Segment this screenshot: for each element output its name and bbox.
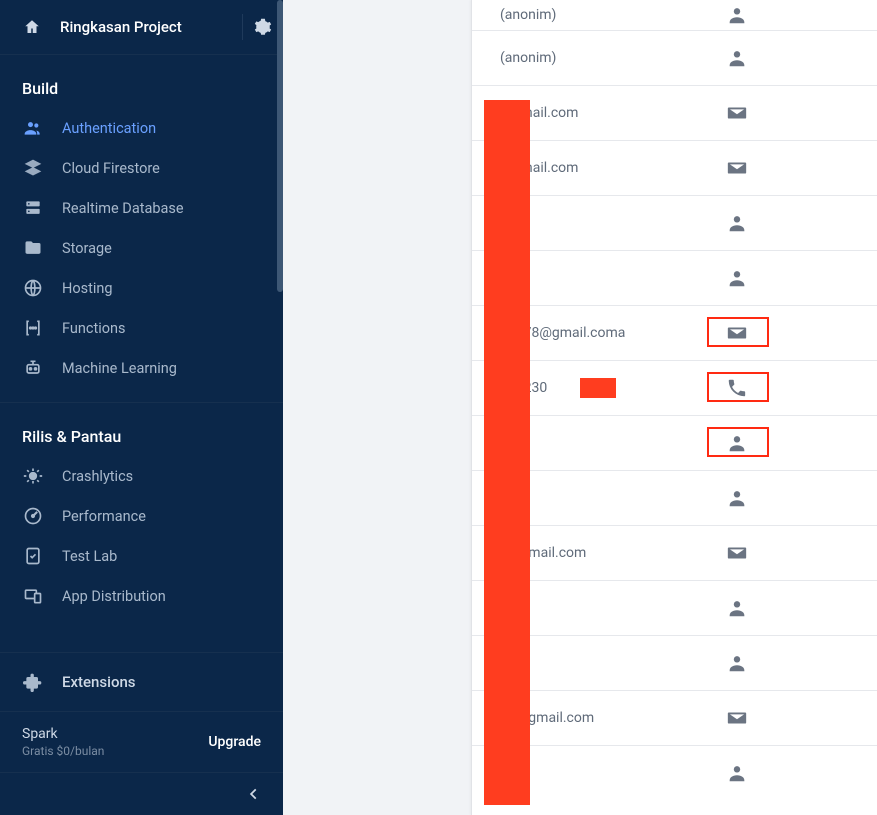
table-row[interactable]: nim) — [472, 745, 877, 800]
section-build-title: Build — [0, 55, 283, 108]
nav-item-label: App Distribution — [62, 588, 166, 605]
table-row[interactable]: 895230 — [472, 360, 877, 415]
people-icon — [22, 117, 44, 139]
nav-item-label: Realtime Database — [62, 200, 184, 217]
sidebar-item-performance[interactable]: Performance — [0, 496, 283, 536]
bug-icon — [22, 465, 44, 487]
mail-icon — [722, 98, 752, 128]
plan-name: Spark — [22, 726, 104, 742]
home-icon — [22, 18, 42, 36]
row-identifier: (anonim) — [500, 50, 556, 66]
table-row[interactable]: nim) — [472, 635, 877, 690]
table-row[interactable]: (anonim) — [472, 0, 877, 30]
table-row[interactable]: nim) — [472, 470, 877, 525]
redaction-box — [580, 378, 616, 398]
devices-icon — [22, 585, 44, 607]
table-row[interactable]: nim) — [472, 580, 877, 635]
upgrade-button[interactable]: Upgrade — [208, 734, 261, 750]
table-row[interactable]: @gmail.com — [472, 85, 877, 140]
section-release-title: Rilis & Pantau — [0, 403, 283, 456]
main-area: (anonim)(anonim)@gmail.com@gmail.comnim)… — [283, 0, 877, 815]
nav-item-label: Test Lab — [62, 548, 117, 565]
sidebar-item-machine-learning[interactable]: Machine Learning — [0, 348, 283, 388]
nav-item-label: Storage — [62, 240, 112, 257]
highlight-box — [707, 372, 769, 402]
nav-item-label: Authentication — [62, 120, 156, 137]
sidebar-item-cloud-firestore[interactable]: Cloud Firestore — [0, 148, 283, 188]
person-icon — [722, 648, 752, 678]
sidebar-item-app-distribution[interactable]: App Distribution — [0, 576, 283, 616]
sidebar-item-realtime-database[interactable]: Realtime Database — [0, 188, 283, 228]
sidebar-item-hosting[interactable]: Hosting — [0, 268, 283, 308]
puzzle-icon — [22, 671, 44, 693]
plan-row: Spark Gratis $0/bulan Upgrade — [0, 711, 283, 772]
person-icon — [722, 43, 752, 73]
person-icon — [722, 758, 752, 788]
collapse-sidebar-row[interactable] — [0, 772, 283, 815]
sidebar-item-test-lab[interactable]: Test Lab — [0, 536, 283, 576]
sidebar-item-storage[interactable]: Storage — [0, 228, 283, 268]
nav-item-label: Functions — [62, 320, 125, 337]
nav-item-label: Hosting — [62, 280, 113, 297]
table-row[interactable]: (anonim) — [472, 30, 877, 85]
mail-icon — [722, 153, 752, 183]
sidebar-item-functions[interactable]: Functions — [0, 308, 283, 348]
robot-icon — [22, 357, 44, 379]
nav-item-label: Machine Learning — [62, 360, 177, 377]
table-row[interactable]: 2@gmail.com — [472, 525, 877, 580]
project-overview-label: Ringkasan Project — [60, 18, 232, 36]
sidebar-item-extensions[interactable]: Extensions — [0, 652, 283, 711]
table-row[interactable]: 23@gmail.com — [472, 690, 877, 745]
table-row[interactable]: nim) — [472, 415, 877, 470]
sidebar-item-authentication[interactable]: Authentication — [0, 108, 283, 148]
row-identifier: (anonim) — [500, 7, 556, 23]
highlight-box — [707, 427, 769, 457]
table-row[interactable]: nim) — [472, 195, 877, 250]
table-row[interactable]: 72678@gmail.coma — [472, 305, 877, 360]
person-icon — [722, 483, 752, 513]
gear-icon[interactable] — [253, 18, 273, 36]
plan-subtitle: Gratis $0/bulan — [22, 744, 104, 758]
person-icon — [722, 263, 752, 293]
nav-item-label: Performance — [62, 508, 146, 525]
folder-icon — [22, 237, 44, 259]
layers-icon — [22, 157, 44, 179]
person-icon — [722, 0, 752, 30]
extensions-label: Extensions — [62, 673, 136, 691]
highlight-box — [707, 317, 769, 347]
redaction-bar — [484, 100, 530, 805]
sidebar-item-crashlytics[interactable]: Crashlytics — [0, 456, 283, 496]
table-row[interactable]: @gmail.com — [472, 140, 877, 195]
nav-item-label: Cloud Firestore — [62, 160, 160, 177]
chevron-left-icon — [247, 787, 261, 801]
table-row[interactable]: nim) — [472, 250, 877, 305]
project-overview-row[interactable]: Ringkasan Project — [0, 0, 283, 55]
mail-icon — [722, 538, 752, 568]
person-icon — [722, 208, 752, 238]
sidebar: Ringkasan Project Build Authentication Cl… — [0, 0, 283, 815]
gauge-icon — [22, 505, 44, 527]
mail-icon — [722, 703, 752, 733]
brackets-icon — [22, 317, 44, 339]
nav-item-label: Crashlytics — [62, 468, 133, 485]
check-doc-icon — [22, 545, 44, 567]
users-table: (anonim)(anonim)@gmail.com@gmail.comnim)… — [471, 0, 877, 815]
person-icon — [722, 593, 752, 623]
database-icon — [22, 197, 44, 219]
divider — [242, 14, 243, 40]
globe-icon — [22, 277, 44, 299]
